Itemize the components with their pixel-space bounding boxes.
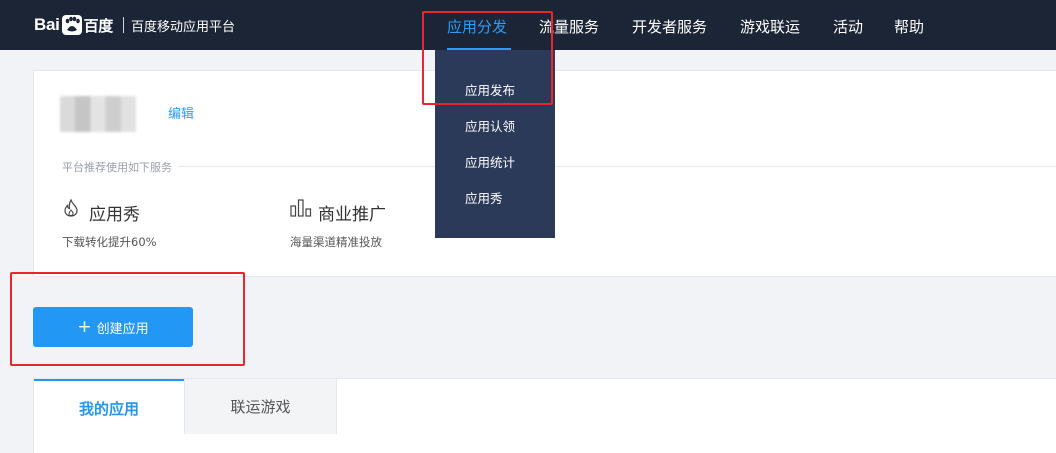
nav-developer-services[interactable]: 开发者服务 bbox=[632, 16, 707, 37]
nav-activities[interactable]: 活动 bbox=[833, 16, 863, 37]
baidu-logo[interactable]: Bai 百度 bbox=[34, 14, 113, 36]
plus-icon: + bbox=[77, 316, 92, 337]
edit-link[interactable]: 编辑 bbox=[168, 103, 194, 122]
flame-icon bbox=[64, 199, 78, 217]
apps-tab-bar: 我的应用 联运游戏 bbox=[33, 378, 1056, 435]
dropdown-item-app-show[interactable]: 应用秀 bbox=[465, 188, 503, 207]
paw-icon bbox=[61, 15, 82, 35]
dropdown-item-app-publish[interactable]: 应用发布 bbox=[465, 80, 515, 99]
dropdown-item-app-claim[interactable]: 应用认领 bbox=[465, 116, 515, 135]
services-title: 平台推荐使用如下服务 bbox=[62, 159, 178, 175]
nav-help[interactable]: 帮助 bbox=[894, 16, 924, 37]
nav-app-distribution[interactable]: 应用分发 bbox=[447, 16, 507, 37]
service-desc-appshow: 下载转化提升60% bbox=[62, 235, 157, 249]
create-app-button[interactable]: + 创建应用 bbox=[33, 307, 193, 347]
platform-name: 百度移动应用平台 bbox=[131, 20, 236, 35]
service-title-appshow[interactable]: 应用秀 bbox=[89, 200, 140, 225]
create-app-label: 创建应用 bbox=[96, 321, 149, 337]
logo-text-bai: Bai bbox=[34, 15, 60, 34]
dropdown-item-app-stats[interactable]: 应用统计 bbox=[465, 152, 515, 171]
services-divider bbox=[62, 166, 1056, 167]
app-distribution-dropdown: 应用发布 应用认领 应用统计 应用秀 bbox=[435, 50, 555, 238]
bar-chart-icon bbox=[290, 199, 312, 217]
logo-divider bbox=[123, 17, 124, 33]
nav-traffic-services[interactable]: 流量服务 bbox=[539, 16, 599, 37]
nav-game-cooperation[interactable]: 游戏联运 bbox=[740, 16, 800, 37]
service-title-promotion[interactable]: 商业推广 bbox=[318, 200, 386, 225]
tab-joint-games[interactable]: 联运游戏 bbox=[184, 379, 337, 435]
logo-text-baidu-cn: 百度 bbox=[83, 17, 114, 35]
service-desc-promotion: 海量渠道精准投放 bbox=[290, 235, 382, 249]
tab-my-apps[interactable]: 我的应用 bbox=[34, 379, 184, 435]
blurred-account-name bbox=[60, 96, 136, 132]
tab-content-area bbox=[33, 434, 1056, 453]
